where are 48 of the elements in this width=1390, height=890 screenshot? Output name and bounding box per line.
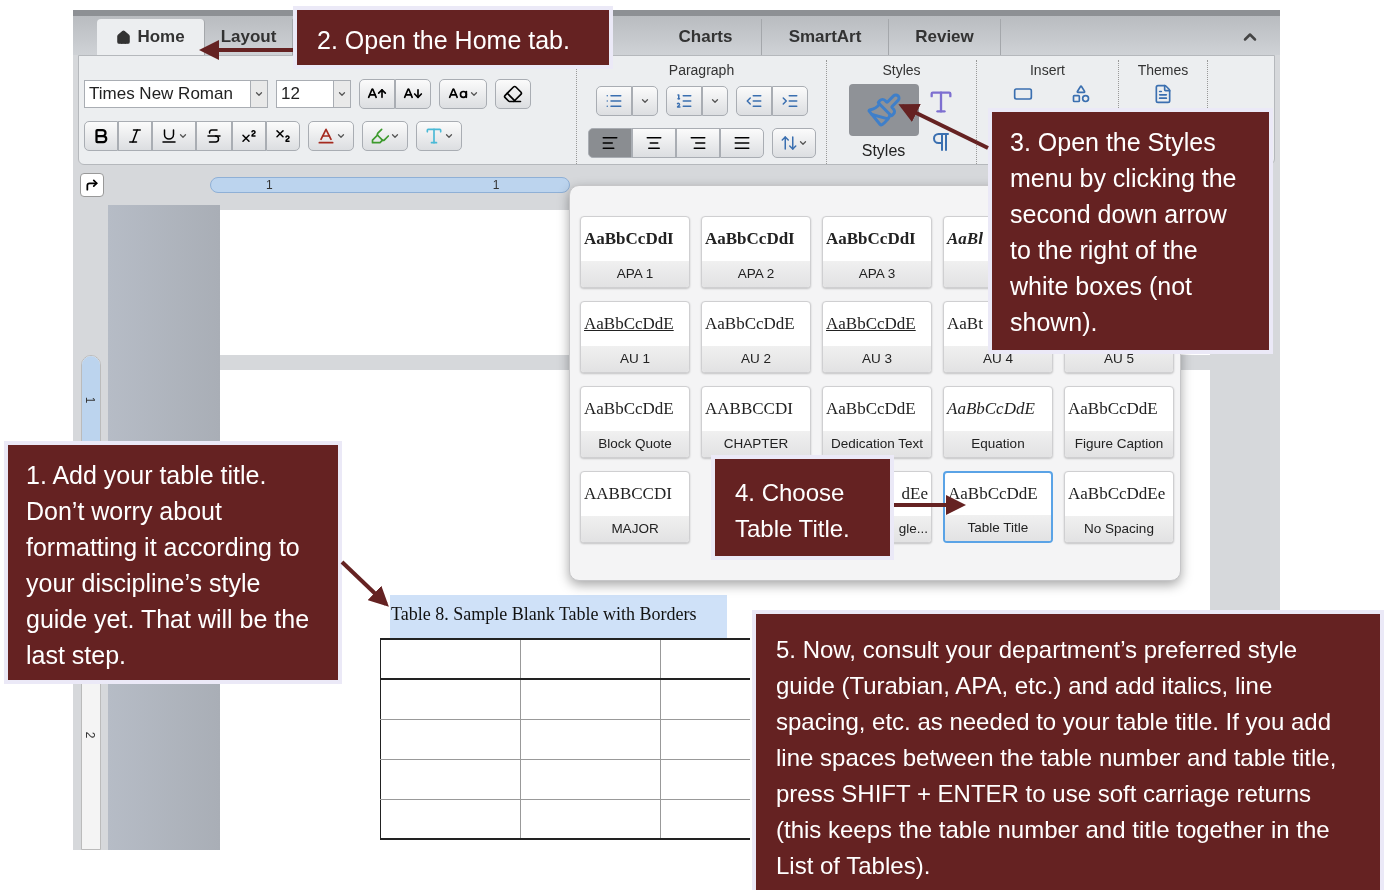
style-sample: AaBbCcDdE [1068,398,1158,421]
style-name: MAJOR [611,519,659,538]
style-sample: AaBbCcDdE [947,398,1035,421]
style-sample: AaBbCcDdE [584,398,674,421]
style-name: AU 4 [983,349,1013,368]
style-name: AU 2 [741,349,771,368]
style-name: APA 2 [737,264,775,283]
group-label: Insert [1030,61,1065,80]
style-name: AU 5 [1104,349,1134,368]
style-name: No Spacing [1084,519,1154,538]
style-name: Dedication Text [830,434,924,453]
style-name: APA 3 [858,264,896,283]
style-name: Block Quote [598,434,672,453]
style-sample: AaBbCcDdI [584,228,674,251]
style-sample: AaBbCcDdI [826,228,916,251]
style-sample: AaBbCcDdE [826,398,916,421]
style-sample: AaBl [947,228,983,251]
style-sample: AaBbCcDdE [705,313,795,336]
style-sample: AaBt [947,313,983,336]
instruction-text: 5. Now, consult your department’s preferred style guide (Turabian, APA, etc.) and add italics, line spacing, etc. as needed to your table title. If you add line spaces between the table number and table title, press SHIFT + ENTER to use soft carriage returns (this keeps the table number and title together in the List of Tables). [776,636,1337,879]
group-label: Paragraph [668,61,735,80]
ruler-number: 1 [82,396,99,404]
style-name: AU 3 [862,349,892,368]
style-sample: AABBCCDI [584,483,672,506]
style-sample: AaBbCcDdI [705,228,795,251]
style-sample: AABBCCDI [705,398,793,421]
style-name: AU 1 [620,349,650,368]
style-sample: AaBbCcDdE [826,313,916,336]
ruler-number: 1 [266,177,273,194]
style-name: APA 1 [616,264,654,283]
style-sample: AaBbCcDdE [584,313,674,336]
group-label: Styles [882,61,921,80]
style-sample: dEe [901,483,928,506]
style-sample: AaBbCcDdE [948,483,1038,506]
table-title: Table 8. Sample Blank Table with Borders [390,595,727,638]
ruler-number: 1 [492,177,500,194]
group-label: Themes [1137,61,1189,80]
style-name: Figure Caption [1074,434,1164,453]
style-name: Table Title [967,518,1029,537]
style-name: Equation [971,434,1025,453]
instruction-text: 3. Open the Styles menu by clicking the second down arrow to the right of the white boxes (not shown). [1010,128,1237,336]
instruction-text: 1. Add your table title. Don’t worry about formatting it according to your discipline’s style guide yet. That will be the last step. [26,461,310,669]
style-sample: AaBbCcDdEe [1068,483,1166,506]
ruler-number: 2 [82,731,99,739]
instruction-text: 4. Choose Table Title. [735,479,850,542]
instruction-text: 2. Open the Home tab. [317,26,570,54]
style-name: gle... [898,519,928,538]
style-name: CHAPTER [723,434,789,453]
